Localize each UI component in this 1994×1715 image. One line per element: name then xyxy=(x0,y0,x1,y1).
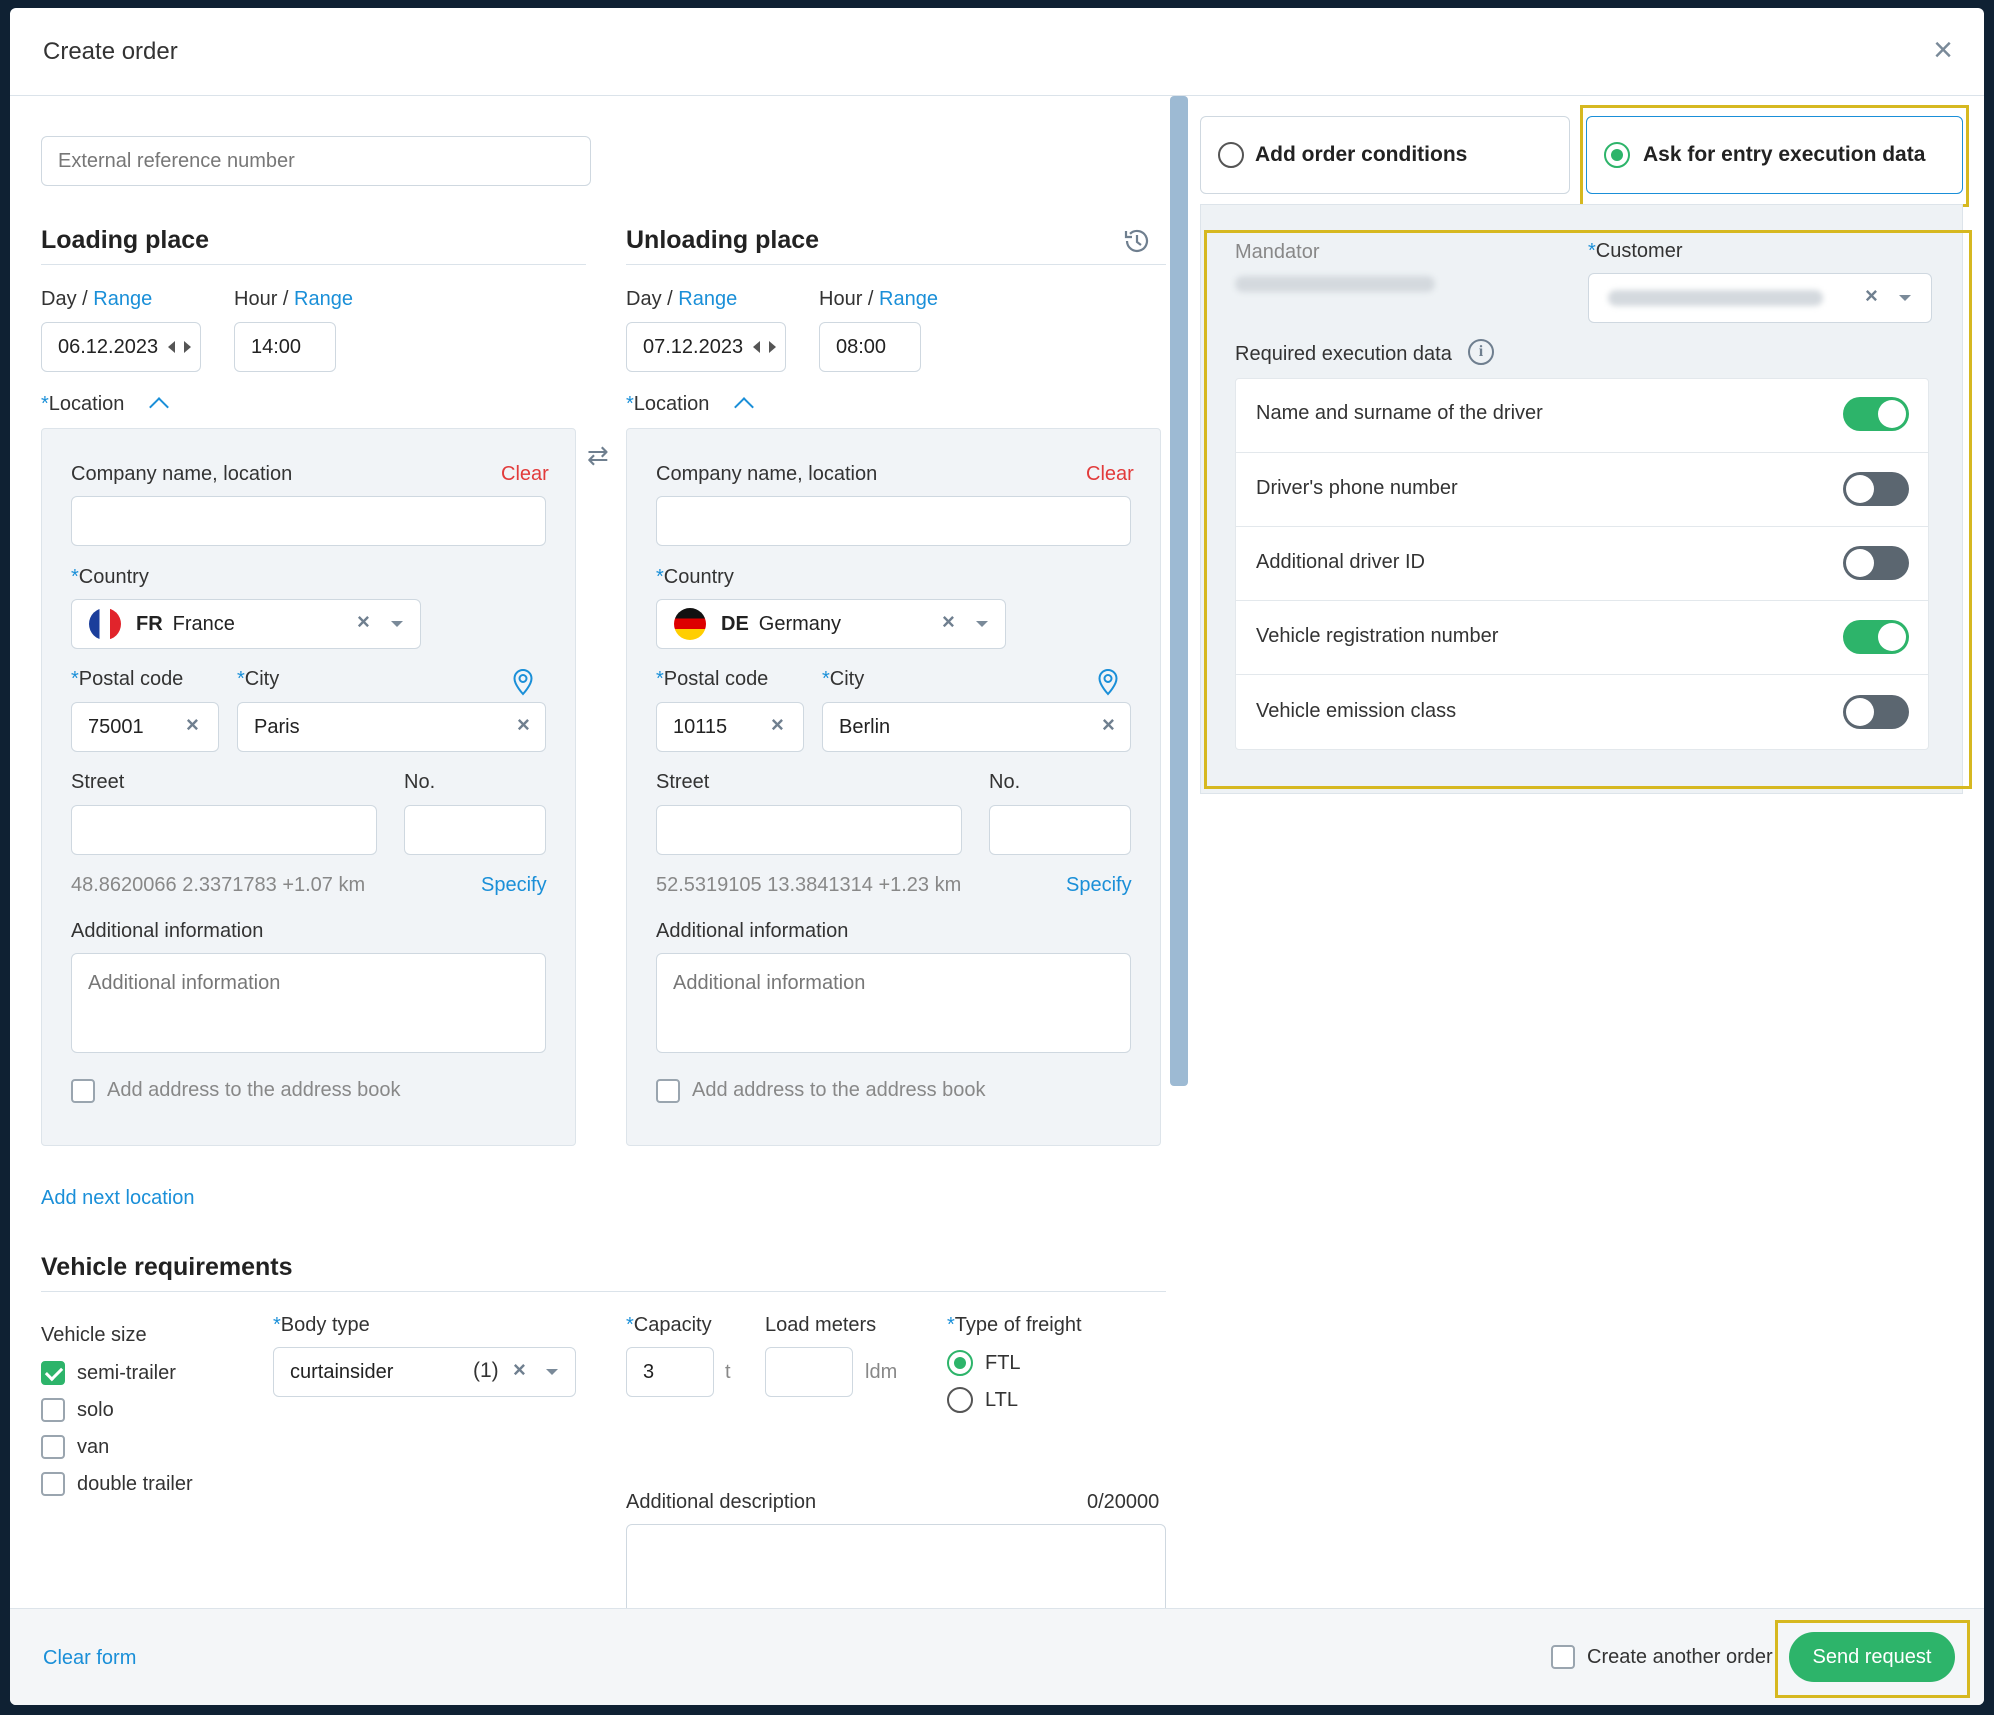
info-icon[interactable]: i xyxy=(1468,339,1494,365)
clear-icon[interactable]: × xyxy=(942,609,955,635)
ask-execution-data-option[interactable]: Ask for entry execution data xyxy=(1586,116,1963,194)
unloading-specify-link[interactable]: Specify xyxy=(1066,874,1132,897)
chevron-down-icon[interactable] xyxy=(1899,295,1911,301)
mandator-value-blurred xyxy=(1235,276,1435,292)
create-order-dialog: Create order × External reference number… xyxy=(10,8,1984,1705)
unloading-company-input[interactable] xyxy=(656,496,1131,546)
capacity-input[interactable]: 3 xyxy=(626,1347,714,1397)
clear-icon[interactable]: × xyxy=(513,1357,526,1383)
scrollbar[interactable] xyxy=(1170,96,1188,1086)
external-reference-input[interactable]: External reference number xyxy=(41,136,591,186)
unloading-address-book-checkbox[interactable] xyxy=(656,1079,680,1103)
unloading-day-input[interactable]: 07.12.2023 xyxy=(626,322,786,372)
unloading-hour-input[interactable]: 08:00 xyxy=(819,322,921,372)
unloading-city-input[interactable]: Berlin xyxy=(822,702,1131,752)
toggle-vehicle-emission-class[interactable] xyxy=(1843,695,1909,729)
prev-day-icon[interactable] xyxy=(753,341,760,353)
swap-icon[interactable]: ⇄ xyxy=(587,440,609,471)
next-day-icon[interactable] xyxy=(184,341,191,353)
loading-city-input[interactable]: Paris xyxy=(237,702,546,752)
clear-icon[interactable]: × xyxy=(1102,712,1115,738)
prev-day-icon[interactable] xyxy=(168,341,175,353)
loading-hour-range-link[interactable]: Range xyxy=(294,288,353,310)
create-another-order-checkbox[interactable] xyxy=(1551,1645,1575,1669)
loading-clear-link[interactable]: Clear xyxy=(501,463,549,486)
add-order-conditions-option[interactable]: Add order conditions xyxy=(1200,116,1570,194)
vehicle-requirements-heading: Vehicle requirements xyxy=(41,1253,293,1281)
loading-specify-link[interactable]: Specify xyxy=(481,874,547,897)
loading-street-input[interactable] xyxy=(71,805,377,855)
loading-additional-textarea[interactable]: Additional information xyxy=(71,953,546,1053)
send-request-button[interactable]: Send request xyxy=(1789,1632,1955,1682)
germany-flag-icon xyxy=(674,608,706,640)
customer-value-blurred xyxy=(1608,290,1823,306)
clear-icon[interactable]: × xyxy=(186,712,199,738)
collapse-location-icon[interactable] xyxy=(734,397,754,417)
dialog-title: Create order xyxy=(43,38,178,65)
toggle-driver-phone[interactable] xyxy=(1843,472,1909,506)
unloading-hour-range-link[interactable]: Range xyxy=(879,288,938,310)
toggle-vehicle-registration[interactable] xyxy=(1843,620,1909,654)
loading-company-input[interactable] xyxy=(71,496,546,546)
map-pin-icon[interactable] xyxy=(1097,668,1119,696)
close-icon[interactable]: × xyxy=(1925,32,1961,68)
chevron-down-icon[interactable] xyxy=(391,621,403,627)
vehicle-size-checkbox-semi-trailer[interactable] xyxy=(41,1361,65,1385)
loading-day-input[interactable]: 06.12.2023 xyxy=(41,322,201,372)
loading-place-heading: Loading place xyxy=(41,226,210,254)
body-type-select[interactable]: curtainsider xyxy=(273,1347,576,1397)
unloading-place-heading: Unloading place xyxy=(626,226,820,254)
clear-icon[interactable]: × xyxy=(517,712,530,738)
vehicle-size-checkbox-van[interactable] xyxy=(41,1435,65,1459)
dialog-header: Create order × xyxy=(10,8,1984,96)
map-pin-icon[interactable] xyxy=(512,668,534,696)
next-day-icon[interactable] xyxy=(769,341,776,353)
freight-ftl-radio[interactable] xyxy=(947,1350,973,1376)
chevron-down-icon[interactable] xyxy=(546,1369,558,1375)
unloading-day-range-link[interactable]: Range xyxy=(678,288,737,310)
unloading-street-input[interactable] xyxy=(656,805,962,855)
unloading-no-input[interactable] xyxy=(989,805,1131,855)
description-counter: 0/20000 xyxy=(1087,1491,1160,1513)
loading-address-book-checkbox[interactable] xyxy=(71,1079,95,1103)
freight-ltl-radio[interactable] xyxy=(947,1387,973,1413)
toggle-additional-driver-id[interactable] xyxy=(1843,546,1909,580)
loading-day-range-link[interactable]: Range xyxy=(93,288,152,310)
clear-form-link[interactable]: Clear form xyxy=(43,1647,136,1670)
unloading-clear-link[interactable]: Clear xyxy=(1086,463,1134,486)
clear-icon[interactable]: × xyxy=(1865,283,1878,309)
unloading-additional-textarea[interactable]: Additional information xyxy=(656,953,1131,1053)
chevron-down-icon[interactable] xyxy=(976,621,988,627)
history-icon[interactable] xyxy=(1122,226,1152,256)
load-meters-input[interactable] xyxy=(765,1347,853,1397)
loading-no-input[interactable] xyxy=(404,805,546,855)
add-next-location-link[interactable]: Add next location xyxy=(41,1187,194,1210)
clear-icon[interactable]: × xyxy=(771,712,784,738)
vehicle-size-checkbox-solo[interactable] xyxy=(41,1398,65,1422)
collapse-location-icon[interactable] xyxy=(149,397,169,417)
loading-hour-input[interactable]: 14:00 xyxy=(234,322,336,372)
clear-icon[interactable]: × xyxy=(357,609,370,635)
france-flag-icon xyxy=(89,608,121,640)
vehicle-size-checkbox-double-trailer[interactable] xyxy=(41,1472,65,1496)
toggle-driver-name[interactable] xyxy=(1843,397,1909,431)
